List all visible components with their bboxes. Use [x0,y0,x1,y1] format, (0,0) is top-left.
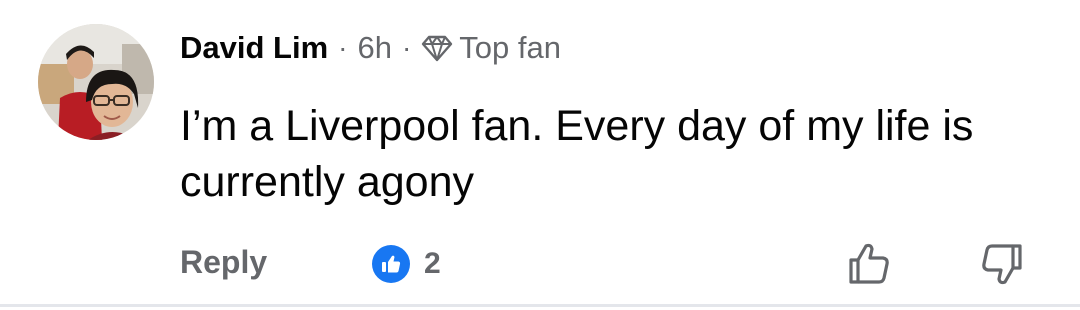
separator-dot: · [401,32,412,63]
timestamp[interactable]: 6h [357,30,391,66]
separator-dot: · [338,32,348,63]
thumbs-up-icon [382,255,401,273]
top-fan-badge[interactable]: Top fan [421,30,561,66]
avatar-photo [38,24,154,140]
diamond-icon [422,35,453,62]
like-reaction-icon [372,245,410,283]
author-name[interactable]: David Lim [180,30,328,66]
comment-text: I’m a Liverpool fan. Every day of my lif… [180,102,974,206]
badge-label: Top fan [459,30,561,65]
thumbs-down-outline-icon [982,244,1022,285]
comment-actions: Reply 2 [180,240,1040,286]
comment: David Lim · 6h · Top fan I’m a Liverpool… [0,0,1080,310]
avatar[interactable] [38,24,154,140]
comment-header: David Lim · 6h · Top fan [180,28,561,68]
reply-button[interactable]: Reply [180,244,267,281]
reaction-summary[interactable]: 2 [372,245,441,283]
thumbs-up-outline-icon [849,243,889,284]
downvote-button[interactable] [978,240,1026,288]
upvote-button[interactable] [845,240,893,288]
reaction-count: 2 [424,247,441,280]
divider [0,304,1080,307]
